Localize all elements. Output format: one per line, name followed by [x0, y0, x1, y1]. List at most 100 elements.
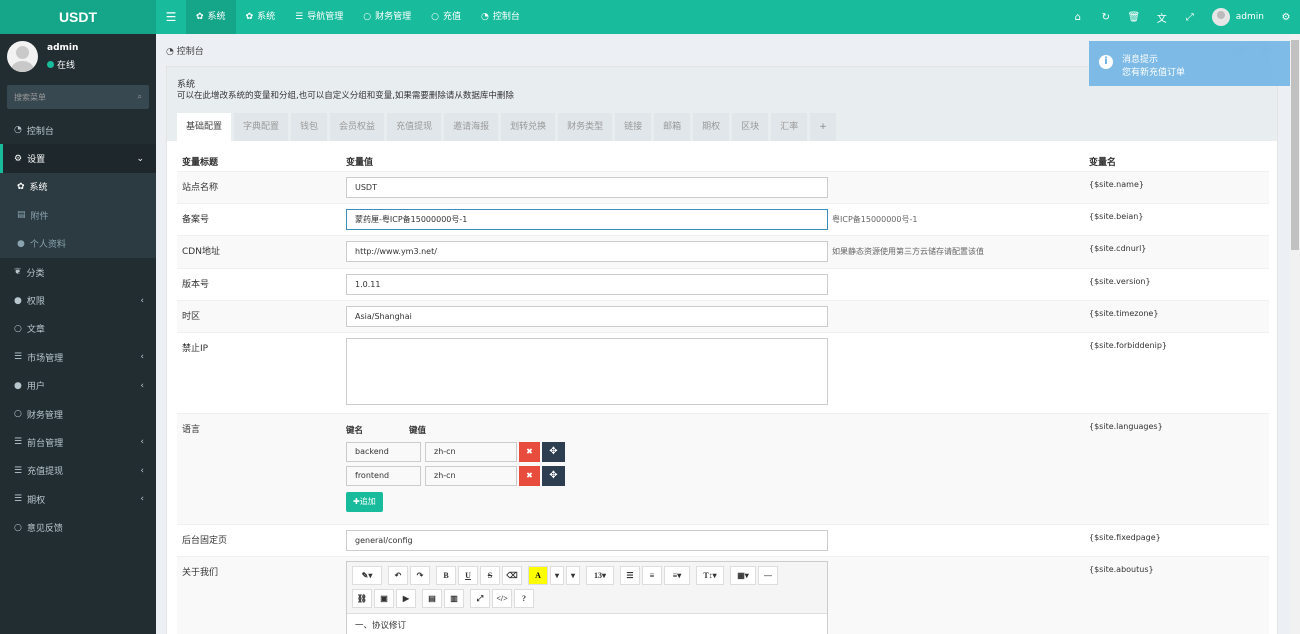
tab-transfer-exchange[interactable]: 划转兑换 — [501, 113, 556, 141]
trash-icon[interactable]: 🗑 — [1120, 12, 1148, 23]
sidebar-item-system[interactable]: ✿ 系统 — [0, 172, 156, 202]
color-dropdown-icon[interactable]: ▾ — [550, 566, 564, 585]
app-logo[interactable]: USDT — [0, 0, 156, 34]
sidebar-item-profile[interactable]: ● 个人资料 — [0, 229, 156, 258]
chevron-left-icon: ‹ — [140, 352, 144, 363]
config-panel: 系统 可以在此增改系统的变量和分组,也可以自定义分组和变量,如果需要删除请从数据… — [166, 66, 1278, 634]
sidebar-toggle-button[interactable]: ☰ — [156, 0, 186, 34]
add-pair-button[interactable]: ✚追加 — [346, 492, 383, 512]
topnav-item-finance[interactable]: ○ 财务管理 — [353, 0, 421, 34]
attachment-icon[interactable]: ▤ — [422, 589, 442, 608]
gear-icon: ✿ — [17, 181, 25, 192]
sidebar-item-feedback[interactable]: ○ 意见反馈 — [0, 513, 156, 541]
video-icon[interactable]: ▶ — [396, 589, 416, 608]
tab-recharge-withdraw[interactable]: 充值提现 — [387, 113, 442, 141]
remove-pair-button[interactable]: ✖ — [519, 442, 540, 462]
topnav-item-system[interactable]: ✿ 系统 — [186, 0, 236, 34]
home-icon[interactable]: ⌂ — [1064, 12, 1092, 23]
highlight-color-icon[interactable]: A — [528, 566, 548, 585]
font-size-select[interactable]: 13▾ — [586, 566, 614, 585]
sidebar-item-auth[interactable]: ● 权限 ‹ — [0, 286, 156, 314]
tab-options[interactable]: 期权 — [693, 113, 730, 141]
sidebar-item-article[interactable]: ○ 文章 — [0, 315, 156, 343]
tab-email[interactable]: 邮箱 — [654, 113, 691, 141]
sidebar-item-dashboard[interactable]: ◔ 控制台 — [0, 116, 156, 144]
user-menu[interactable]: admin — [1204, 8, 1272, 26]
sidebar-item-frontend[interactable]: ☰ 前台管理 ‹ — [0, 428, 156, 456]
table-icon[interactable]: ▦▾ — [730, 566, 756, 585]
bullet-list-icon[interactable]: ☰ — [620, 566, 640, 585]
fixedpage-input[interactable]: general/config — [346, 530, 828, 551]
language-icon[interactable]: 文 — [1148, 10, 1176, 25]
sidebar-item-settings[interactable]: ⚙ 设置 ⌄ — [0, 144, 156, 173]
cdnurl-input[interactable]: http://www.ym3.net/ — [346, 241, 828, 262]
help-icon[interactable]: ? — [514, 589, 534, 608]
eraser-icon[interactable]: ⌫ — [502, 566, 522, 585]
bold-icon[interactable]: B — [436, 566, 456, 585]
beian-input[interactable]: 蒙药厘-粤ICP备15000000号-1 — [346, 209, 828, 230]
sidebar-item-recharge-withdraw[interactable]: ☰ 充值提现 ‹ — [0, 457, 156, 485]
drag-pair-button[interactable]: ✥ — [542, 442, 565, 462]
dashboard-icon: ◔ — [166, 47, 174, 57]
topnav-item-recharge[interactable]: ○ 充值 — [421, 0, 471, 34]
horizontal-rule-icon[interactable]: — — [758, 566, 778, 585]
tab-basic[interactable]: 基础配置 — [177, 113, 232, 141]
tab-member-benefits[interactable]: 会员权益 — [330, 113, 385, 141]
link-icon[interactable]: ⛓ — [352, 589, 372, 608]
sidebar-item-finance[interactable]: ○ 财务管理 — [0, 400, 156, 428]
undo-icon[interactable]: ↶ — [388, 566, 408, 585]
strikethrough-icon[interactable]: S — [480, 566, 500, 585]
version-input[interactable]: 1.0.11 — [346, 274, 828, 295]
search-icon[interactable]: ⌕ — [138, 92, 142, 102]
notification-toast[interactable]: i 消息提示 您有新充值订单 — [1089, 41, 1291, 86]
topnav-item-nav-management[interactable]: ☰ 导航管理 — [285, 0, 353, 34]
tab-block[interactable]: 区块 — [732, 113, 769, 141]
line-height-icon[interactable]: T↕▾ — [696, 566, 724, 585]
font-dropdown-icon[interactable]: ▾ — [566, 566, 580, 585]
gears-icon[interactable]: ⚙ — [1272, 12, 1300, 23]
magic-wand-icon[interactable]: ✎▾ — [352, 566, 382, 585]
col-header-title: 变量标题 — [182, 158, 219, 168]
editor-content[interactable]: 一、协议修订 — [347, 613, 827, 634]
ordered-list-icon[interactable]: ≡ — [642, 566, 662, 585]
scrollbar-thumb[interactable] — [1291, 40, 1299, 250]
site-name-input[interactable]: USDT — [346, 177, 828, 198]
refresh-icon[interactable]: ↻ — [1092, 12, 1120, 23]
fullscreen-icon[interactable]: ⤢ — [470, 589, 490, 608]
align-icon[interactable]: ≡▾ — [664, 566, 690, 585]
language-value-input[interactable]: zh-cn — [425, 442, 517, 462]
col-header-name: 变量名 — [1089, 158, 1117, 168]
fullscreen-icon[interactable]: ⤢ — [1176, 12, 1204, 23]
sidebar-item-market[interactable]: ☰ 市场管理 ‹ — [0, 343, 156, 371]
redo-icon[interactable]: ↷ — [410, 566, 430, 585]
page-scrollbar[interactable] — [1290, 34, 1300, 634]
timezone-input[interactable]: Asia/Shanghai — [346, 306, 828, 327]
tab-finance-type[interactable]: 财务类型 — [558, 113, 613, 141]
remove-pair-button[interactable]: ✖ — [519, 466, 540, 486]
tab-exchange-rate[interactable]: 汇率 — [771, 113, 808, 141]
sidebar-item-category[interactable]: ❦ 分类 — [0, 258, 156, 286]
language-key-input[interactable]: frontend — [346, 466, 421, 486]
menu-search-input[interactable]: 搜索菜单 ⌕ — [7, 85, 149, 109]
tab-dictionary[interactable]: 字典配置 — [234, 113, 289, 141]
tab-wallet[interactable]: 钱包 — [291, 113, 328, 141]
file-icon[interactable]: ▥ — [444, 589, 464, 608]
tab-invite-poster[interactable]: 邀请海报 — [444, 113, 499, 141]
tab-add[interactable]: + — [810, 113, 836, 141]
underline-icon[interactable]: U — [458, 566, 478, 585]
forbiddenip-textarea[interactable] — [346, 338, 828, 405]
language-key-input[interactable]: backend — [346, 442, 421, 462]
image-icon[interactable]: ▣ — [374, 589, 394, 608]
breadcrumb-label[interactable]: 控制台 — [177, 47, 204, 57]
topnav-item-dashboard[interactable]: ◔ 控制台 — [471, 0, 530, 34]
list-icon: ☰ — [295, 11, 304, 22]
code-view-icon[interactable]: </> — [492, 589, 512, 608]
drag-pair-button[interactable]: ✥ — [542, 466, 565, 486]
sidebar-item-user[interactable]: ● 用户 ‹ — [0, 372, 156, 400]
language-value-input[interactable]: zh-cn — [425, 466, 517, 486]
sidebar-item-options[interactable]: ☰ 期权 ‹ — [0, 485, 156, 513]
language-pair-row: backend zh-cn ✖ ✥ — [346, 442, 565, 462]
tab-links[interactable]: 链接 — [615, 113, 652, 141]
topnav-item-system-2[interactable]: ✿ 系统 — [236, 0, 286, 34]
sidebar-item-attachment[interactable]: ▤ 附件 — [0, 201, 156, 230]
